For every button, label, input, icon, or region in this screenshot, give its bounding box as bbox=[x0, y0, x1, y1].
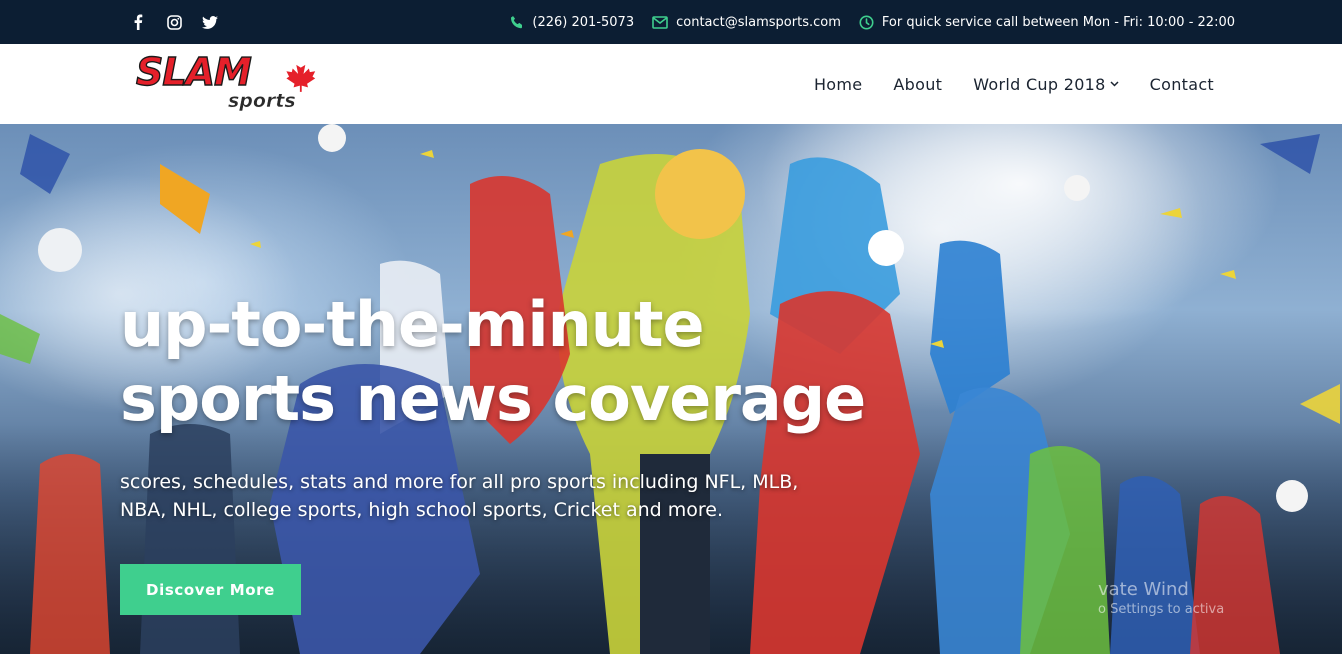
email-contact[interactable]: contact@slamsports.com bbox=[652, 15, 841, 30]
nav-home-label: Home bbox=[813, 74, 863, 94]
hero-title: up-to-the-minute sports news coverage bbox=[120, 288, 940, 436]
hero-subtitle: scores, schedules, stats and more for al… bbox=[120, 471, 799, 521]
nav-home[interactable]: Home bbox=[814, 75, 862, 94]
nav-contact-label: Contact bbox=[1149, 74, 1214, 94]
clock-icon bbox=[859, 15, 874, 29]
service-hours: For quick service call between Mon - Fri… bbox=[881, 14, 1235, 30]
nav-about-label: About bbox=[893, 74, 943, 94]
watermark-line1: vate Wind bbox=[1098, 579, 1189, 600]
nav-contact[interactable]: Contact bbox=[1150, 75, 1214, 94]
main-nav: Home About World Cup 2018 Contact bbox=[814, 44, 1214, 124]
phone-icon bbox=[511, 16, 523, 29]
nav-about[interactable]: About bbox=[893, 75, 942, 94]
facebook-icon[interactable] bbox=[130, 14, 146, 30]
hours-info: For quick service call between Mon - Fri… bbox=[859, 15, 1235, 30]
hero-title-line1: up-to-the-minute bbox=[120, 288, 705, 361]
contact-info: (226) 201-5073 contact@slamsports.com Fo… bbox=[510, 0, 1235, 44]
instagram-icon[interactable] bbox=[166, 14, 182, 30]
slam-sports-logo[interactable]: SLAM sports bbox=[134, 49, 344, 115]
phone-contact[interactable]: (226) 201-5073 bbox=[510, 15, 634, 30]
chevron-down-icon bbox=[1110, 81, 1119, 87]
site-header: SLAM sports Home About World Cup 2018 Co… bbox=[0, 44, 1342, 124]
svg-text:SLAM: SLAM bbox=[136, 51, 252, 94]
discover-more-button[interactable]: Discover More bbox=[120, 564, 301, 615]
nav-world-cup-2018[interactable]: World Cup 2018 bbox=[973, 74, 1119, 94]
top-bar: (226) 201-5073 contact@slamsports.com Fo… bbox=[0, 0, 1342, 44]
hero-title-line2: sports news coverage bbox=[120, 362, 866, 435]
social-links bbox=[130, 0, 218, 44]
envelope-icon bbox=[652, 15, 668, 29]
os-activation-watermark: vate Wind o Settings to activa bbox=[1098, 580, 1224, 620]
twitter-icon[interactable] bbox=[202, 14, 218, 30]
email-address: contact@slamsports.com bbox=[676, 14, 841, 30]
watermark-line2: o Settings to activa bbox=[1098, 602, 1225, 617]
nav-world-cup-label: World Cup 2018 bbox=[973, 74, 1106, 94]
svg-text:sports: sports bbox=[228, 90, 296, 112]
phone-number: (226) 201-5073 bbox=[532, 14, 635, 30]
hero-banner: up-to-the-minute sports news coverage sc… bbox=[0, 124, 1342, 654]
